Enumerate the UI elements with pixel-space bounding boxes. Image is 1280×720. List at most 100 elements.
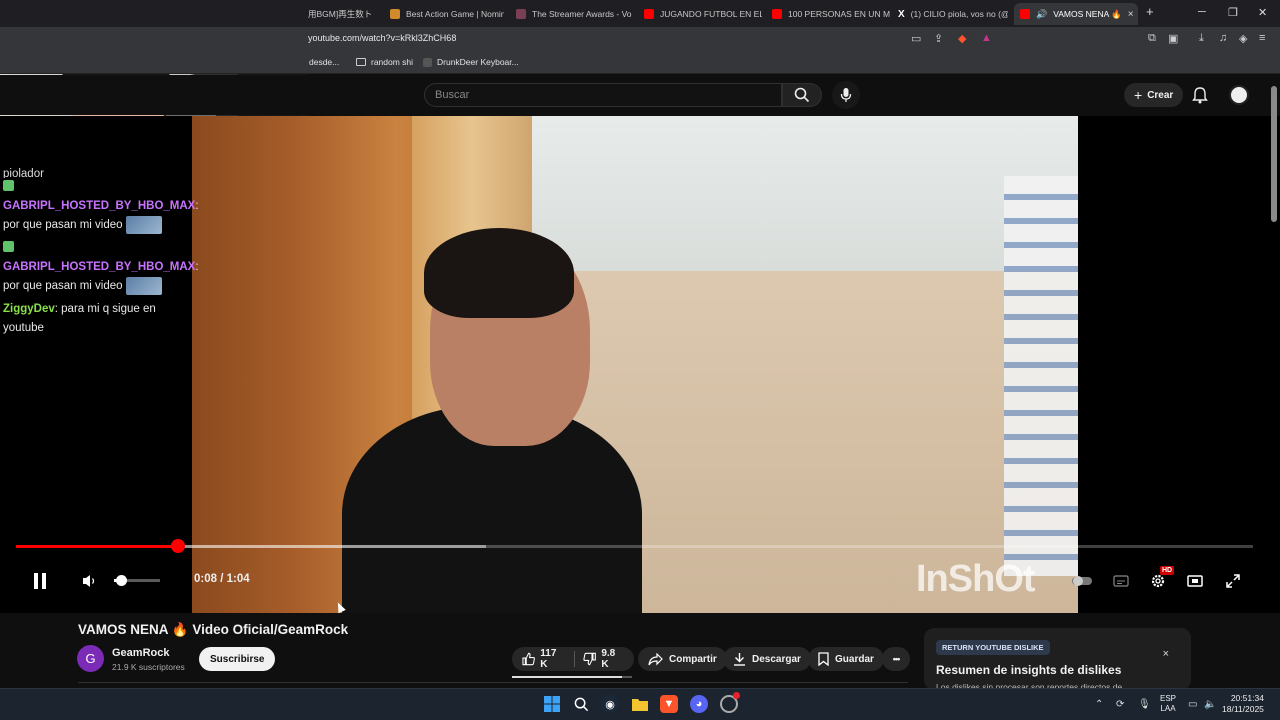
notifications-bell-icon[interactable] [1192,87,1208,104]
ryd-tag: RETURN YOUTUBE DISLIKE [936,640,1050,655]
language-indicator[interactable]: ESP LAA [1160,694,1176,714]
downloads-icon[interactable]: ⤓ [1199,32,1204,45]
cast-icon[interactable]: ▭ [911,32,921,45]
video-curtain [1004,176,1078,576]
vpn-icon[interactable]: ◈ [1239,32,1247,45]
microphone-tray-icon[interactable]: 🎙 [1138,699,1151,710]
browser-tab-active[interactable]: 🔊 VAMOS NENA 🔥 × [1014,3,1138,25]
sidebar-icon[interactable]: ▣ [1168,32,1178,45]
share-button[interactable]: Compartir [638,647,727,671]
steam-icon[interactable]: ◉ [601,695,619,713]
dislike-button[interactable]: 9.8 K [583,648,624,670]
tab-favicon-icon [516,9,526,19]
youtube-favicon-icon [1020,9,1030,19]
browser-tab[interactable]: 用BGM]再生数ト [302,3,378,25]
like-dislike-divider [574,651,575,667]
theater-mode-icon [1187,575,1203,587]
ryd-title: Resumen de insights de dislikes [936,663,1122,677]
brave-shields-icon[interactable]: ◆ [958,32,966,45]
new-tab-button[interactable]: + [1146,4,1154,19]
user-avatar[interactable] [1229,85,1249,105]
close-window-icon[interactable]: ✕ [1258,6,1267,19]
theater-mode-button[interactable] [1184,570,1206,592]
fullscreen-button[interactable] [1222,570,1244,592]
address-bar: youtube.com/watch?v=kRkl3ZhCH68 ▭ ⇪ ◆ ▲ … [0,27,1280,52]
speaker-tray-icon[interactable]: 🔈 [1204,699,1216,710]
close-icon[interactable]: × [1163,648,1169,660]
bookmark-item[interactable]: desde... [309,57,339,67]
download-icon [734,653,745,666]
windows-start-icon[interactable] [543,695,561,713]
channel-avatar[interactable]: G [77,645,104,672]
url-field[interactable]: youtube.com/watch?v=kRkl3ZhCH68 [308,33,456,43]
chat-emote [125,216,162,234]
network-icon[interactable]: ▭ [1188,699,1197,710]
bookmarks-bar: desde... random shi DrunkDeer Keyboar... [0,52,1280,74]
file-explorer-icon[interactable] [631,695,649,713]
plus-icon: + [1134,87,1143,103]
subtitles-icon [1113,575,1129,587]
progress-bar[interactable] [16,545,1253,548]
search-input[interactable]: Buscar [424,83,782,107]
taskbar-search-icon[interactable] [572,695,590,713]
browser-tab[interactable]: X (1) CILIO piola, vos no (@ [892,3,1008,25]
maximize-icon[interactable]: ❐ [1228,6,1238,19]
brave-rewards-icon[interactable]: ▲ [981,32,992,44]
video-player[interactable] [0,116,1280,613]
extensions-icon[interactable]: ⧉ [1148,32,1156,45]
volume-knob[interactable] [115,575,127,586]
video-person-hair [424,228,574,318]
chat-message: GABRIPL_HOSTED_BY_HBO_MAX: por que pasan… [3,239,199,296]
tray-chevron-icon[interactable]: ⌃ [1095,699,1103,710]
like-button[interactable]: 117 K [522,648,565,670]
page-scrollbar[interactable] [1271,86,1277,222]
brave-browser-icon[interactable]: ▼ [660,695,678,713]
autoplay-toggle-icon [1072,576,1092,586]
x-logo-icon: X [898,8,905,20]
browser-tab[interactable]: 100 PERSONAS EN UN M [766,3,890,25]
subscribe-button[interactable]: Suscribirse [199,647,276,671]
thumbs-down-icon [583,652,596,666]
media-icon[interactable]: ♫ [1219,32,1227,44]
pause-icon [34,573,46,589]
onedrive-sync-icon[interactable]: ⟳ [1116,699,1124,710]
like-ratio-fill [512,676,623,678]
pause-button[interactable] [28,570,52,592]
video-title: VAMOS NENA 🔥 Video Oficial/GeamRock [78,622,349,637]
progress-scrubber[interactable] [171,539,186,553]
system-clock[interactable]: 20:51:34 18/11/2025 [1222,693,1264,715]
subscriber-count: 21.9 K suscriptores [112,662,185,672]
divider [78,682,908,683]
like-dislike-group: 117 K 9.8 K [512,647,634,671]
browser-tab[interactable]: The Streamer Awards - Vo [510,3,634,25]
browser-tab[interactable]: JUGANDO FUTBOL EN EL [638,3,762,25]
discord-icon[interactable]: ◕ [690,695,708,713]
chat-badge-icon [3,180,14,191]
autoplay-toggle[interactable] [1070,570,1094,592]
menu-icon[interactable]: ≡ [1259,32,1265,44]
more-actions-button[interactable]: ••• [882,647,910,671]
bookmark-favicon-icon [423,57,432,67]
channel-name[interactable]: GeamRock [112,647,169,659]
mute-button[interactable] [79,570,101,592]
bookmark-folder[interactable]: random shi [356,57,413,67]
minimize-icon[interactable]: ─ [1198,6,1206,18]
audio-playing-icon: 🔊 [1036,8,1048,19]
close-tab-icon[interactable]: × [1128,9,1134,20]
bookmark-item[interactable]: DrunkDeer Keyboar... [423,57,519,67]
chat-message: GABRIPL_HOSTED_BY_HBO_MAX: por que pasan… [3,178,199,235]
youtube-favicon-icon [772,9,782,19]
youtube-favicon-icon [644,9,654,19]
create-button[interactable]: + Crear [1124,83,1184,107]
search-button[interactable] [782,83,822,107]
download-button[interactable]: Descargar [723,647,811,671]
share-icon[interactable]: ⇪ [934,32,943,45]
microphone-icon [840,88,852,102]
video-ceiling [492,116,1078,271]
voice-search-button[interactable] [832,81,860,109]
time-display: 0:08 / 1:04 [194,573,250,585]
save-button[interactable]: Guardar [808,647,884,671]
chatgpt-icon[interactable] [720,692,740,713]
browser-tab[interactable]: Best Action Game | Nomin [384,3,504,25]
subtitles-button[interactable] [1110,570,1132,592]
